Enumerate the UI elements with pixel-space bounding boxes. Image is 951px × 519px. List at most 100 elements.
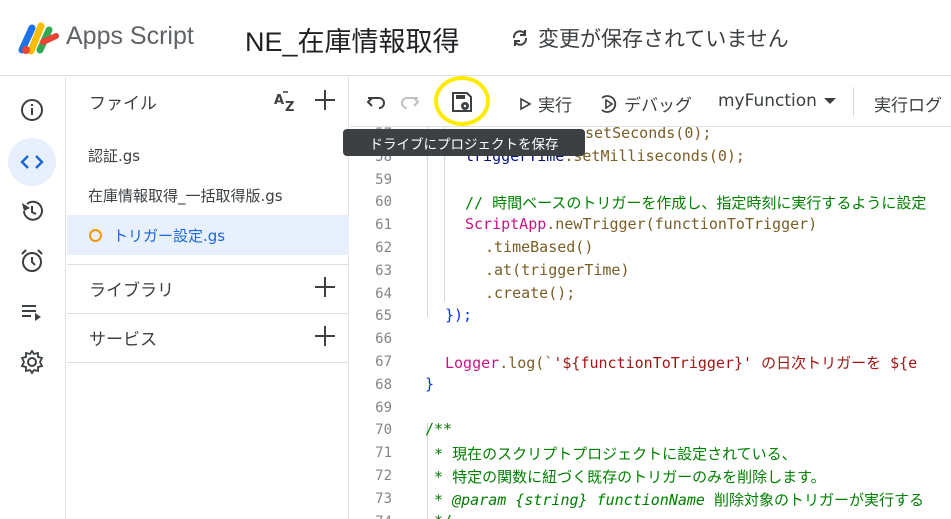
code-icon [20, 155, 44, 169]
code-text: * 特定の関数に紐づく既存のトリガーのみを削除します。 [425, 468, 826, 486]
code-text: setSeconds(0); [585, 127, 712, 142]
line-number: 70 [375, 422, 392, 439]
add-library-icon[interactable] [312, 274, 338, 300]
code-text: * @param {string} functionName 削除対象のトリガー… [425, 490, 924, 509]
rail-triggers-button[interactable] [8, 237, 56, 285]
code-line: 70 /** [350, 419, 951, 442]
line-number: 69 [375, 399, 392, 416]
divider [67, 362, 349, 363]
files-title: ファイル [89, 93, 157, 114]
code-line: 59 [350, 169, 951, 192]
play-icon [520, 97, 532, 110]
line-number: 68 [375, 376, 392, 393]
exec-log-label: 実行ログ [874, 96, 942, 116]
files-panel: ファイル A Z 認証.gs 在庫情報取得_一括取得版.gs トリガー設定.gs… [67, 77, 349, 519]
executions-icon [22, 305, 41, 321]
svg-text:A: A [274, 93, 284, 108]
save-status-text: 変更が保存されていません [538, 27, 789, 51]
code-line: 63 .at(triggerTime) [350, 260, 951, 283]
code-line: 60 // 時間ベースのトリガーを作成し、指定時刻に実行するように設定 [350, 191, 951, 214]
line-number: 74 [350, 514, 392, 519]
code-line: 74 */ [350, 511, 951, 519]
file-name: 認証.gs [88, 146, 141, 165]
rail-history-button[interactable] [8, 187, 56, 235]
unsaved-indicator-icon [89, 229, 102, 242]
code-line: 61 ScriptApp.newTrigger(functionToTrigge… [350, 214, 951, 237]
run-button[interactable]: 実行 [518, 91, 572, 116]
line-number: 60 [375, 194, 392, 211]
redo-icon[interactable] [398, 90, 422, 114]
code-editor[interactable]: 57 setSeconds(0); 58 triggerTime.setMill… [350, 127, 951, 519]
code-text: // 時間ベースのトリガーを作成し、指定時刻に実行するように設定 [465, 194, 927, 213]
left-rail [0, 77, 66, 519]
code-line: 71 * 現在のスクリプトプロジェクトに設定されている、 [350, 442, 951, 465]
code-line: 72 * 特定の関数に紐づく既存のトリガーのみを削除します。 [350, 465, 951, 488]
debug-label: デバッグ [624, 96, 692, 116]
debug-button[interactable]: デバッグ [598, 91, 692, 116]
apps-script-logo-icon[interactable] [18, 20, 60, 56]
code-line: 62 .timeBased() [350, 237, 951, 260]
exec-log-button[interactable]: 実行ログ [874, 91, 942, 116]
file-item-auth[interactable]: 認証.gs [67, 135, 349, 175]
chevron-down-icon [823, 98, 836, 104]
file-item-trigger[interactable]: トリガー設定.gs [67, 215, 349, 255]
line-number: 66 [375, 331, 392, 348]
info-icon [21, 99, 43, 121]
libraries-title: ライブラリ [89, 280, 174, 301]
sync-icon [512, 30, 528, 46]
libraries-header: ライブラリ [67, 264, 349, 312]
history-icon [22, 200, 43, 221]
save-status: 変更が保存されていません [510, 23, 789, 53]
add-file-icon[interactable] [312, 87, 338, 113]
code-line: 64 .create(); [350, 283, 951, 306]
sort-az-icon[interactable]: A Z [272, 87, 300, 115]
highlight-ring [434, 76, 490, 126]
rail-overview-button[interactable] [8, 86, 56, 134]
svg-text:Z: Z [285, 100, 294, 115]
file-name: 在庫情報取得_一括取得版.gs [88, 186, 283, 205]
undo-icon[interactable] [364, 90, 388, 114]
add-service-icon[interactable] [312, 323, 338, 349]
toolbar-divider [853, 87, 854, 117]
alarm-icon [21, 249, 43, 272]
rail-editor-button[interactable] [8, 138, 56, 186]
line-number: 64 [375, 285, 392, 302]
code-text: */ [425, 512, 452, 519]
code-line: 73 * @param {string} functionName 削除対象のト… [350, 488, 951, 511]
services-title: サービス [89, 329, 157, 350]
line-number: 67 [375, 354, 392, 370]
line-number: 63 [375, 262, 392, 279]
code-text: /** [425, 420, 453, 439]
function-select[interactable]: myFunction [718, 91, 837, 111]
line-number: 73 [375, 490, 392, 507]
line-number: 72 [375, 468, 392, 484]
project-title[interactable]: NE_在庫情報取得 [245, 20, 460, 59]
app-header: Apps Script NE_在庫情報取得 変更が保存されていません [0, 0, 951, 76]
save-tooltip: ドライブにプロジェクトを保存 [343, 129, 585, 156]
code-text: ScriptApp.newTrigger(functionToTrigger) [465, 215, 818, 234]
rail-executions-button[interactable] [8, 288, 56, 336]
debug-icon [601, 94, 617, 113]
code-line: 65 }); [350, 305, 951, 328]
code-text: }); [445, 306, 473, 325]
code-line: 66 [350, 328, 951, 351]
line-number: 62 [375, 240, 392, 256]
code-text: Logger.log(`'${functionToTrigger}' の日次トリ… [445, 354, 918, 372]
file-item-inventory[interactable]: 在庫情報取得_一括取得版.gs [67, 175, 349, 215]
services-header: サービス [67, 313, 349, 361]
code-text: .timeBased() [485, 238, 594, 256]
rail-settings-button[interactable] [8, 338, 56, 386]
code-line: 68 } [350, 374, 951, 397]
code-text: .at(triggerTime) [485, 260, 630, 279]
function-name: myFunction [718, 91, 817, 111]
code-line: 69 [350, 397, 951, 420]
run-label: 実行 [538, 96, 572, 116]
line-number: 61 [375, 217, 392, 234]
code-text: .create(); [485, 283, 576, 302]
files-header: ファイル A Z [67, 77, 349, 125]
app-name[interactable]: Apps Script [66, 22, 194, 51]
line-number: 71 [375, 445, 392, 462]
code-text: } [425, 374, 435, 393]
file-name: トリガー設定.gs [113, 226, 226, 245]
line-number: 65 [375, 308, 392, 325]
